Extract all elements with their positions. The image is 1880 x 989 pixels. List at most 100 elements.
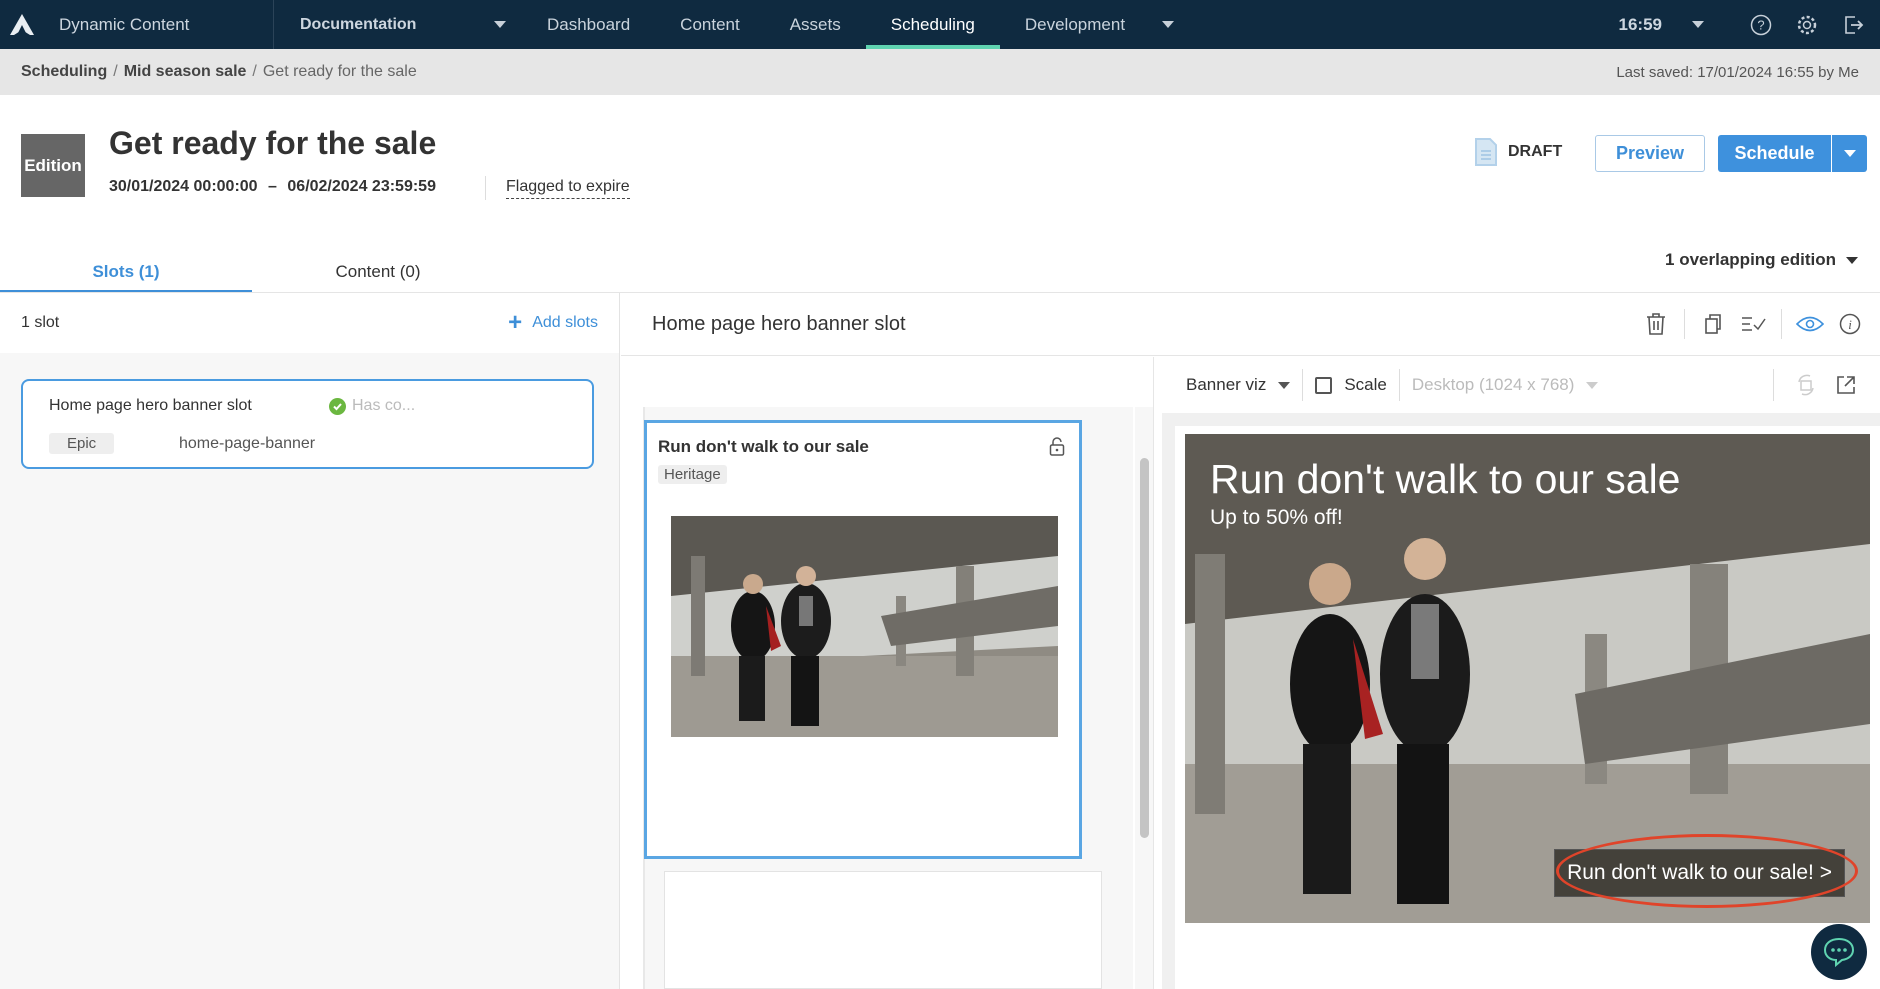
breadcrumb-current: Get ready for the sale bbox=[262, 63, 417, 80]
slot-card[interactable]: Home page hero banner slot Has co... Epi… bbox=[21, 379, 594, 469]
logo-icon[interactable] bbox=[0, 0, 44, 49]
svg-text:i: i bbox=[1848, 317, 1852, 332]
chat-button[interactable] bbox=[1811, 924, 1867, 980]
preview-actions bbox=[1761, 369, 1866, 401]
schedule-options-button[interactable] bbox=[1832, 135, 1867, 172]
range-separator: – bbox=[268, 178, 277, 195]
logout-icon[interactable] bbox=[1840, 12, 1866, 38]
eye-icon[interactable] bbox=[1796, 310, 1824, 338]
visualization-select[interactable]: Banner viz bbox=[1186, 375, 1291, 395]
nav-tab-assets[interactable]: Assets bbox=[765, 0, 866, 49]
chevron-down-icon bbox=[494, 21, 506, 28]
edition-badge: Edition bbox=[21, 134, 85, 197]
breadcrumb-event[interactable]: Mid season sale bbox=[124, 63, 247, 81]
status-badge: DRAFT bbox=[1508, 143, 1563, 160]
toolbar-divider bbox=[1684, 309, 1685, 339]
slots-panel: 1 slot + Add slots Home page hero banner… bbox=[0, 293, 620, 989]
svg-text:?: ? bbox=[1757, 17, 1764, 32]
rotate-icon[interactable] bbox=[1792, 371, 1820, 399]
slot-count: 1 slot bbox=[21, 314, 60, 331]
external-link-icon[interactable] bbox=[1832, 371, 1860, 399]
date-range: 30/01/2024 00:00:00 – 06/02/2024 23:59:5… bbox=[109, 178, 436, 196]
breadcrumb: Scheduling / Mid season sale / Get ready… bbox=[0, 49, 1880, 95]
slot-editor-header: Home page hero banner slot i bbox=[621, 293, 1880, 356]
trash-icon[interactable] bbox=[1642, 310, 1670, 338]
preview-stage: Run don't walk to our sale Up to 50% off… bbox=[1162, 413, 1880, 989]
check-circle-icon bbox=[329, 397, 346, 415]
nav-right: 16:59 ? bbox=[1619, 0, 1880, 49]
end-date: 06/02/2024 23:59:59 bbox=[287, 178, 436, 195]
slot-delivery-key: home-page-banner bbox=[179, 435, 316, 452]
add-slots-label: Add slots bbox=[532, 314, 598, 331]
slot-toolbar: i bbox=[1636, 309, 1870, 339]
schedule-button[interactable]: Schedule bbox=[1718, 135, 1831, 172]
tab-content[interactable]: Content (0) bbox=[252, 250, 504, 293]
content-type-tag: Heritage bbox=[658, 465, 727, 484]
chevron-down-icon bbox=[1846, 256, 1858, 264]
app-name: Dynamic Content bbox=[59, 14, 190, 34]
slots-header: 1 slot + Add slots bbox=[0, 293, 619, 353]
breadcrumb-separator: / bbox=[252, 63, 257, 80]
gear-icon[interactable] bbox=[1794, 12, 1820, 38]
copy-icon[interactable] bbox=[1699, 310, 1727, 338]
device-name: Desktop (1024 x 768) bbox=[1411, 375, 1575, 394]
hub-name: Documentation bbox=[300, 15, 417, 33]
nav-tab-dashboard[interactable]: Dashboard bbox=[522, 0, 655, 49]
scale-checkbox[interactable] bbox=[1315, 376, 1333, 394]
help-icon[interactable]: ? bbox=[1748, 12, 1774, 38]
preview-frame: Run don't walk to our sale Up to 50% off… bbox=[1175, 426, 1880, 989]
preview-button[interactable]: Preview bbox=[1595, 135, 1705, 172]
flagged-to-expire-link[interactable]: Flagged to expire bbox=[506, 178, 630, 199]
divider bbox=[485, 176, 486, 200]
visualization-name: Banner viz bbox=[1186, 375, 1267, 394]
hub-selector[interactable]: Documentation bbox=[274, 16, 514, 34]
content-item-title: Run don't walk to our sale bbox=[658, 437, 869, 456]
edition-tabs: Slots (1) Content (0) bbox=[0, 250, 620, 293]
empty-content-card[interactable] bbox=[664, 871, 1102, 989]
chevron-down-icon bbox=[1278, 381, 1291, 389]
toolbar-divider bbox=[1302, 369, 1304, 401]
chevron-down-icon bbox=[1843, 150, 1856, 157]
last-saved: Last saved: 17/01/2024 16:55 by Me bbox=[1616, 63, 1859, 81]
breadcrumb-separator: / bbox=[113, 63, 118, 80]
overlap-label: 1 overlapping edition bbox=[1665, 250, 1836, 269]
chevron-down-icon bbox=[1586, 381, 1599, 389]
page-title: Get ready for the sale bbox=[109, 125, 437, 161]
toolbar-divider bbox=[1773, 369, 1774, 401]
scale-label: Scale bbox=[1344, 375, 1387, 394]
clock-dropdown-icon[interactable] bbox=[1692, 21, 1704, 28]
chevron-down-icon bbox=[1162, 21, 1175, 28]
validate-icon[interactable] bbox=[1739, 310, 1767, 338]
unlock-icon[interactable] bbox=[1049, 437, 1065, 462]
preview-column: Banner viz Scale Desktop (1024 x 768) Ru… bbox=[1155, 357, 1880, 989]
nav-tab-content[interactable]: Content bbox=[655, 0, 765, 49]
tab-slots[interactable]: Slots (1) bbox=[0, 250, 252, 293]
content-item-card[interactable]: Run don't walk to our sale Heritage bbox=[644, 420, 1082, 859]
clock: 16:59 bbox=[1618, 14, 1662, 34]
slot-status: Has co... bbox=[329, 397, 415, 415]
nav-tab-development[interactable]: Development bbox=[1000, 0, 1150, 49]
info-icon[interactable]: i bbox=[1836, 310, 1864, 338]
add-slots-button[interactable]: + Add slots bbox=[508, 311, 598, 335]
plus-icon: + bbox=[508, 309, 523, 336]
annotation-ring bbox=[1556, 834, 1858, 908]
chat-icon bbox=[1823, 937, 1855, 968]
banner-preview: Run don't walk to our sale Up to 50% off… bbox=[1185, 434, 1870, 923]
status: DRAFT bbox=[1474, 137, 1562, 167]
top-nav: Dynamic Content Documentation Dashboard … bbox=[0, 0, 1880, 49]
scrollbar-thumb[interactable] bbox=[1140, 458, 1149, 838]
nav-tabs: Dashboard Content Assets Scheduling Deve… bbox=[522, 0, 1150, 49]
nav-tab-scheduling[interactable]: Scheduling bbox=[865, 0, 1001, 49]
banner-heading: Run don't walk to our sale bbox=[1210, 456, 1681, 502]
start-date: 30/01/2024 00:00:00 bbox=[109, 178, 258, 195]
nav-more-button[interactable] bbox=[1150, 0, 1186, 49]
banner-subheading: Up to 50% off! bbox=[1210, 506, 1343, 529]
document-icon bbox=[1475, 138, 1497, 166]
content-thumbnail bbox=[671, 516, 1058, 737]
breadcrumb-scheduling[interactable]: Scheduling bbox=[21, 63, 107, 81]
preview-toolbar: Banner viz Scale Desktop (1024 x 768) bbox=[1155, 357, 1880, 413]
device-select[interactable]: Desktop (1024 x 768) bbox=[1412, 375, 1599, 395]
slot-type-tag: Epic bbox=[49, 433, 115, 454]
overlapping-editions-dropdown[interactable]: 1 overlapping edition bbox=[1665, 250, 1858, 270]
slot-editor-title: Home page hero banner slot bbox=[652, 312, 906, 335]
